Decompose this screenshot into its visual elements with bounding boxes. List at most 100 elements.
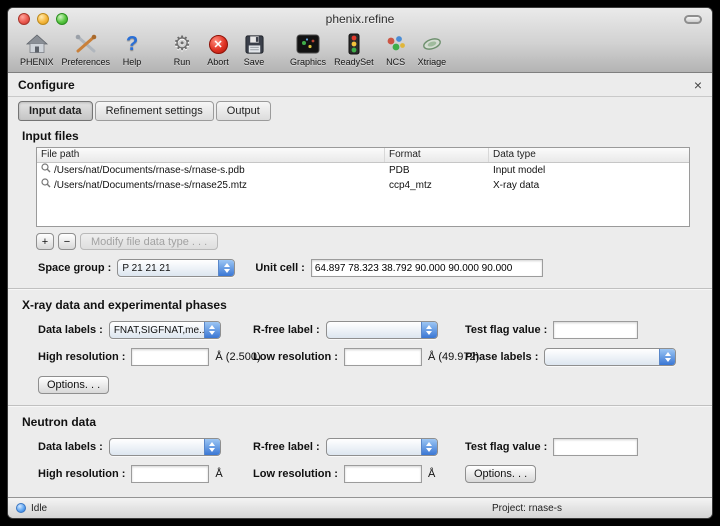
toolbar-button-abort[interactable]: ✕ Abort xyxy=(200,31,236,67)
xray-phase-labels-select[interactable] xyxy=(544,348,676,366)
molecules-icon xyxy=(384,31,408,57)
xray-options-row: Options. . . xyxy=(38,375,712,394)
section-divider xyxy=(8,288,712,290)
magnifier-icon xyxy=(41,178,51,193)
neutron-rfree-select[interactable] xyxy=(326,438,438,456)
neutron-data-labels-select[interactable] xyxy=(109,438,221,456)
status-bar: Idle Project: rnase-s xyxy=(8,497,712,518)
xray-low-res-label: Low resolution : xyxy=(253,351,338,363)
stop-icon: ✕ xyxy=(209,31,228,57)
toolbar-button-run[interactable]: ⚙ Run xyxy=(164,31,200,67)
file-path: /Users/nat/Documents/rnase-s/rnase-s.pdb xyxy=(54,163,245,178)
toolbar-label: PHENIX xyxy=(20,57,54,67)
stepper-icon xyxy=(659,349,675,365)
file-format: PDB xyxy=(385,163,489,178)
xray-test-flag-field[interactable] xyxy=(553,321,638,339)
xray-row-1: Data labels : FNAT,SIGFNAT,me... R-free … xyxy=(8,321,712,339)
magnifier-icon xyxy=(41,163,51,178)
toolbar-label: Preferences xyxy=(62,57,111,67)
toolbar-button-readyset[interactable]: ReadySet xyxy=(330,31,378,67)
stepper-icon xyxy=(204,322,220,338)
xray-low-res-field[interactable] xyxy=(344,348,422,366)
close-configure-icon[interactable]: × xyxy=(694,78,702,92)
neutron-test-flag-field[interactable] xyxy=(553,438,638,456)
toolbar-label: Xtriage xyxy=(418,57,447,67)
space-group-row: Space group : P 21 21 21 Unit cell : xyxy=(38,259,712,277)
neutron-section-title: Neutron data xyxy=(22,415,712,429)
modify-file-type-button[interactable]: Modify file data type . . . xyxy=(80,233,218,250)
xray-data-labels-label: Data labels : xyxy=(38,324,103,336)
toolbar-button-ncs[interactable]: NCS xyxy=(378,31,414,67)
xray-high-res-field[interactable] xyxy=(131,348,209,366)
xray-section-title: X-ray data and experimental phases xyxy=(22,298,712,312)
xray-high-res-label: High resolution : xyxy=(38,351,125,363)
toolbar-toggle-button[interactable] xyxy=(684,15,702,24)
toolbar-button-xtriage[interactable]: Xtriage xyxy=(414,31,451,67)
configure-title: Configure xyxy=(18,78,75,92)
file-buttons: + − Modify file data type . . . xyxy=(36,233,712,250)
toolbar-button-graphics[interactable]: Graphics xyxy=(286,31,330,67)
tab-input-data[interactable]: Input data xyxy=(18,101,93,121)
toolbar-button-save[interactable]: Save xyxy=(236,31,272,67)
xray-rfree-select[interactable] xyxy=(326,321,438,339)
configure-header: Configure × xyxy=(8,73,712,97)
toolbar-label: ReadySet xyxy=(334,57,374,67)
graphics-icon xyxy=(296,31,320,57)
toolbar-label: Save xyxy=(244,57,265,67)
xray-test-flag-label: Test flag value : xyxy=(465,324,547,336)
toolbar-button-preferences[interactable]: Preferences xyxy=(58,31,115,67)
table-row[interactable]: /Users/nat/Documents/rnase-s/rnase25.mtz… xyxy=(37,178,689,193)
traffic-lights xyxy=(18,13,68,25)
column-format[interactable]: Format xyxy=(385,148,489,162)
neutron-options-button[interactable]: Options. . . xyxy=(465,465,536,483)
file-table[interactable]: File path Format Data type /Users/nat/Do… xyxy=(36,147,690,227)
toolbar-label: Graphics xyxy=(290,57,326,67)
space-group-label: Space group : xyxy=(38,262,111,274)
xray-row-2: High resolution : Å (2.500) Low resoluti… xyxy=(8,348,712,366)
space-group-value: P 21 21 21 xyxy=(118,263,218,274)
zoom-window-button[interactable] xyxy=(56,13,68,25)
question-icon: ? xyxy=(126,31,138,57)
minimize-window-button[interactable] xyxy=(37,13,49,25)
unit-cell-label: Unit cell : xyxy=(255,262,305,274)
stepper-icon xyxy=(421,322,437,338)
toolbar-label: NCS xyxy=(386,57,405,67)
neutron-low-res-hint: Å xyxy=(428,468,435,480)
project-label: Project: rnase-s xyxy=(492,503,562,514)
neutron-row-1: Data labels : R-free label : Test flag v… xyxy=(8,438,712,456)
neutron-high-res-field[interactable] xyxy=(131,465,209,483)
toolbar-button-help[interactable]: ? Help xyxy=(114,31,150,67)
space-group-select[interactable]: P 21 21 21 xyxy=(117,259,235,277)
xray-data-labels-select[interactable]: FNAT,SIGFNAT,me... xyxy=(109,321,221,339)
toolbar-button-phenix[interactable]: PHENIX xyxy=(16,31,58,67)
stepper-icon xyxy=(218,260,234,276)
close-window-button[interactable] xyxy=(18,13,30,25)
tab-refinement-settings[interactable]: Refinement settings xyxy=(95,101,214,121)
tab-output[interactable]: Output xyxy=(216,101,271,121)
file-path: /Users/nat/Documents/rnase-s/rnase25.mtz xyxy=(54,178,247,193)
xray-phase-labels-label: Phase labels : xyxy=(465,351,538,363)
configure-panel: Configure × Input data Refinement settin… xyxy=(8,73,712,497)
section-divider xyxy=(8,405,712,407)
neutron-low-res-field[interactable] xyxy=(344,465,422,483)
xray-options-button[interactable]: Options. . . xyxy=(38,376,109,394)
unit-cell-field[interactable] xyxy=(311,259,543,277)
table-row[interactable]: /Users/nat/Documents/rnase-s/rnase-s.pdb… xyxy=(37,163,689,178)
neutron-data-labels-label: Data labels : xyxy=(38,441,103,453)
stepper-icon xyxy=(421,439,437,455)
file-data-type: X-ray data xyxy=(489,178,689,193)
column-file-path[interactable]: File path xyxy=(37,148,385,162)
titlebar[interactable]: phenix.refine xyxy=(8,8,712,30)
neutron-high-res-label: High resolution : xyxy=(38,468,125,480)
file-format: ccp4_mtz xyxy=(385,178,489,193)
traffic-light-icon xyxy=(348,31,360,57)
remove-file-button[interactable]: − xyxy=(58,233,76,250)
floppy-icon xyxy=(244,31,265,57)
neutron-rfree-label: R-free label : xyxy=(253,441,320,453)
status-text: Idle xyxy=(31,503,47,514)
add-file-button[interactable]: + xyxy=(36,233,54,250)
status-indicator-icon xyxy=(16,503,26,513)
toolbar-label: Help xyxy=(123,57,142,67)
column-data-type[interactable]: Data type xyxy=(489,148,689,162)
tab-bar: Input data Refinement settings Output xyxy=(8,97,712,121)
